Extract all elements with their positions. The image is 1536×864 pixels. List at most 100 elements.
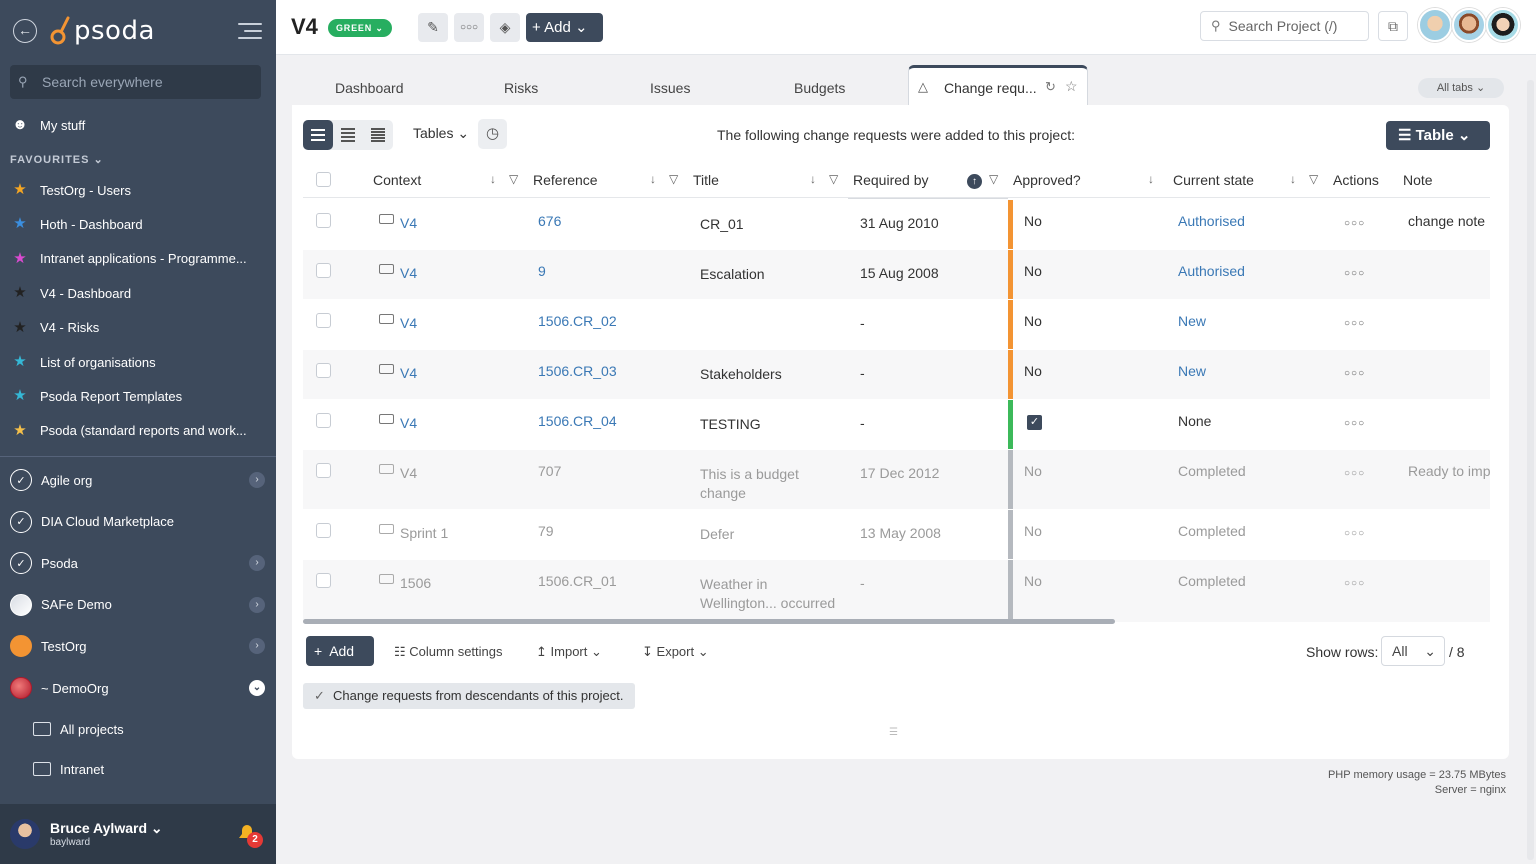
column-header-note[interactable]: Note — [1403, 162, 1433, 198]
row-checkbox[interactable] — [316, 523, 331, 538]
context-link[interactable]: V4 — [400, 265, 417, 281]
sidebar-item-intranet[interactable]: Intranet — [0, 754, 276, 784]
current-state-cell[interactable]: Authorised — [1178, 213, 1245, 229]
filter-icon[interactable]: ▽ — [669, 172, 678, 186]
horizontal-scrollbar[interactable] — [303, 619, 1115, 624]
table-row[interactable]: 1506 1506.CR_01 Weather in Wellington... o… — [303, 559, 1490, 622]
reference-link[interactable]: 1506.CR_02 — [538, 313, 617, 329]
row-checkbox[interactable] — [316, 413, 331, 428]
favourite-item[interactable]: ★ List of organisations — [0, 347, 276, 377]
tab-change-requests[interactable]: △ Change requ... ↻ ☆ — [908, 65, 1088, 107]
reference-link[interactable]: 1506.CR_01 — [538, 573, 617, 589]
refresh-icon[interactable]: ↻ — [1045, 79, 1056, 95]
filter-icon[interactable]: ▽ — [509, 172, 518, 186]
organisation-item[interactable]: ✓ DIA Cloud Marketplace — [0, 503, 276, 541]
table-row[interactable]: V4 9 Escalation 15 Aug 2008 No Authorised ○○○ — [303, 249, 1490, 300]
project-search-input[interactable] — [1228, 18, 1359, 34]
approved-checkbox[interactable]: ✓ — [1027, 415, 1042, 430]
project-search[interactable]: ⚲ — [1200, 11, 1369, 41]
organisation-item[interactable]: SAFe Demo › — [0, 586, 276, 624]
team-member-avatar[interactable] — [1452, 8, 1486, 42]
external-link-icon[interactable]: ⧉ — [1378, 11, 1408, 41]
sort-icon[interactable]: ↓ — [650, 172, 656, 186]
context-link[interactable]: V4 — [400, 315, 417, 331]
tag-icon[interactable]: ◈ — [490, 13, 520, 42]
reference-link[interactable]: 1506.CR_04 — [538, 413, 617, 429]
psoda-logo[interactable]: psoda — [50, 14, 155, 48]
table-row[interactable]: V4 1506.CR_04 TESTING - ✓ None ○○○ — [303, 399, 1490, 450]
global-search-input[interactable] — [42, 74, 242, 90]
team-member-avatar[interactable] — [1418, 8, 1452, 42]
chevron-right-icon[interactable]: › — [249, 638, 265, 655]
context-link[interactable]: Sprint 1 — [400, 525, 448, 541]
column-header-context[interactable]: Context — [373, 162, 421, 198]
sort-icon[interactable]: ↓ — [490, 172, 496, 186]
descendants-toggle[interactable]: ✓ Change requests from descendants of th… — [303, 683, 635, 709]
tab-risks[interactable]: Risks — [504, 80, 538, 96]
edit-icon[interactable]: ✎ — [418, 13, 448, 42]
sort-ascending-icon[interactable]: ↑ — [967, 174, 982, 189]
organisation-item[interactable]: ~ DemoOrg ⌄ — [0, 669, 276, 707]
team-member-avatar[interactable] — [1486, 8, 1520, 42]
performance-icon[interactable]: ◷ — [478, 119, 507, 149]
filter-icon[interactable]: ▽ — [989, 172, 998, 186]
column-header-title[interactable]: Title — [693, 162, 719, 198]
organisation-item[interactable]: ✓ Agile org › — [0, 461, 276, 499]
export-button[interactable]: ↧ Export ⌄ — [642, 644, 709, 660]
sort-icon[interactable]: ↓ — [1290, 172, 1296, 186]
back-icon[interactable]: ← — [13, 19, 37, 43]
reference-link[interactable]: 9 — [538, 263, 546, 279]
reference-link[interactable]: 1506.CR_03 — [538, 363, 617, 379]
chevron-right-icon[interactable]: › — [249, 555, 265, 572]
table-row[interactable]: V4 1506.CR_02 - No New ○○○ — [303, 299, 1490, 350]
resize-handle-icon[interactable]: ☰ — [889, 727, 898, 738]
row-checkbox[interactable] — [316, 573, 331, 588]
table-row[interactable]: V4 676 CR_01 31 Aug 2010 No Authorised ○○○ chan… — [303, 199, 1490, 250]
favourite-item[interactable]: ★ V4 - Dashboard — [0, 278, 276, 308]
select-all-checkbox[interactable] — [316, 172, 331, 187]
star-icon[interactable]: ☆ — [1065, 78, 1078, 95]
row-actions-icon[interactable]: ○○○ — [1344, 468, 1365, 479]
organisation-item[interactable]: TestOrg › — [0, 627, 276, 665]
row-checkbox[interactable] — [316, 363, 331, 378]
global-search[interactable]: ⚲ — [10, 65, 261, 99]
page-scrollbar[interactable] — [1527, 80, 1534, 860]
add-change-request-button[interactable]: + Add — [306, 636, 374, 666]
favourite-item[interactable]: ★ V4 - Risks — [0, 313, 276, 343]
tab-issues[interactable]: Issues — [650, 80, 690, 96]
all-tabs-button[interactable]: All tabs ⌄ — [1418, 78, 1504, 98]
column-header-required-by[interactable]: Required by — [853, 162, 929, 198]
row-actions-icon[interactable]: ○○○ — [1344, 268, 1365, 279]
reference-link[interactable]: 676 — [538, 213, 561, 229]
row-checkbox[interactable] — [316, 463, 331, 478]
chevron-down-icon[interactable]: ⌄ — [249, 680, 265, 696]
row-checkbox[interactable] — [316, 263, 331, 278]
current-state-cell[interactable]: Authorised — [1178, 263, 1245, 279]
filter-icon[interactable]: ▽ — [829, 172, 838, 186]
favourite-item[interactable]: ★ Hoth - Dashboard — [0, 209, 276, 239]
import-button[interactable]: ↥ Import ⌄ — [536, 644, 602, 660]
more-options-icon[interactable]: ○○○ — [454, 13, 484, 42]
table-row[interactable]: V4 707 This is a budget change 17 Dec 2012 N… — [303, 449, 1490, 510]
view-normal-button[interactable] — [333, 120, 363, 150]
sidebar-item-my-stuff[interactable]: ☻ My stuff — [0, 110, 276, 140]
row-checkbox[interactable] — [316, 313, 331, 328]
column-settings-button[interactable]: ☷ Column settings — [394, 644, 503, 660]
favourite-item[interactable]: ★ Psoda (standard reports and work... — [0, 416, 276, 446]
reference-link[interactable]: 707 — [538, 463, 561, 479]
context-link[interactable]: V4 — [400, 365, 417, 381]
column-header-current-state[interactable]: Current state — [1173, 162, 1254, 198]
user-menu[interactable]: Bruce Aylward ⌄ baylward — [0, 804, 276, 864]
reference-link[interactable]: 79 — [538, 523, 554, 539]
row-actions-icon[interactable]: ○○○ — [1344, 218, 1365, 229]
tab-budgets[interactable]: Budgets — [794, 80, 845, 96]
row-actions-icon[interactable]: ○○○ — [1344, 318, 1365, 329]
table-row[interactable]: Sprint 1 79 Defer 13 May 2008 No Completed ○○○ — [303, 509, 1490, 560]
show-rows-select[interactable]: All ⌄ — [1381, 636, 1445, 666]
chevron-right-icon[interactable]: › — [249, 472, 265, 488]
context-link[interactable]: 1506 — [400, 575, 431, 591]
current-state-cell[interactable]: New — [1178, 313, 1206, 329]
add-button[interactable]: + Add ⌄ — [526, 13, 603, 42]
row-actions-icon[interactable]: ○○○ — [1344, 528, 1365, 539]
context-link[interactable]: V4 — [400, 465, 417, 481]
